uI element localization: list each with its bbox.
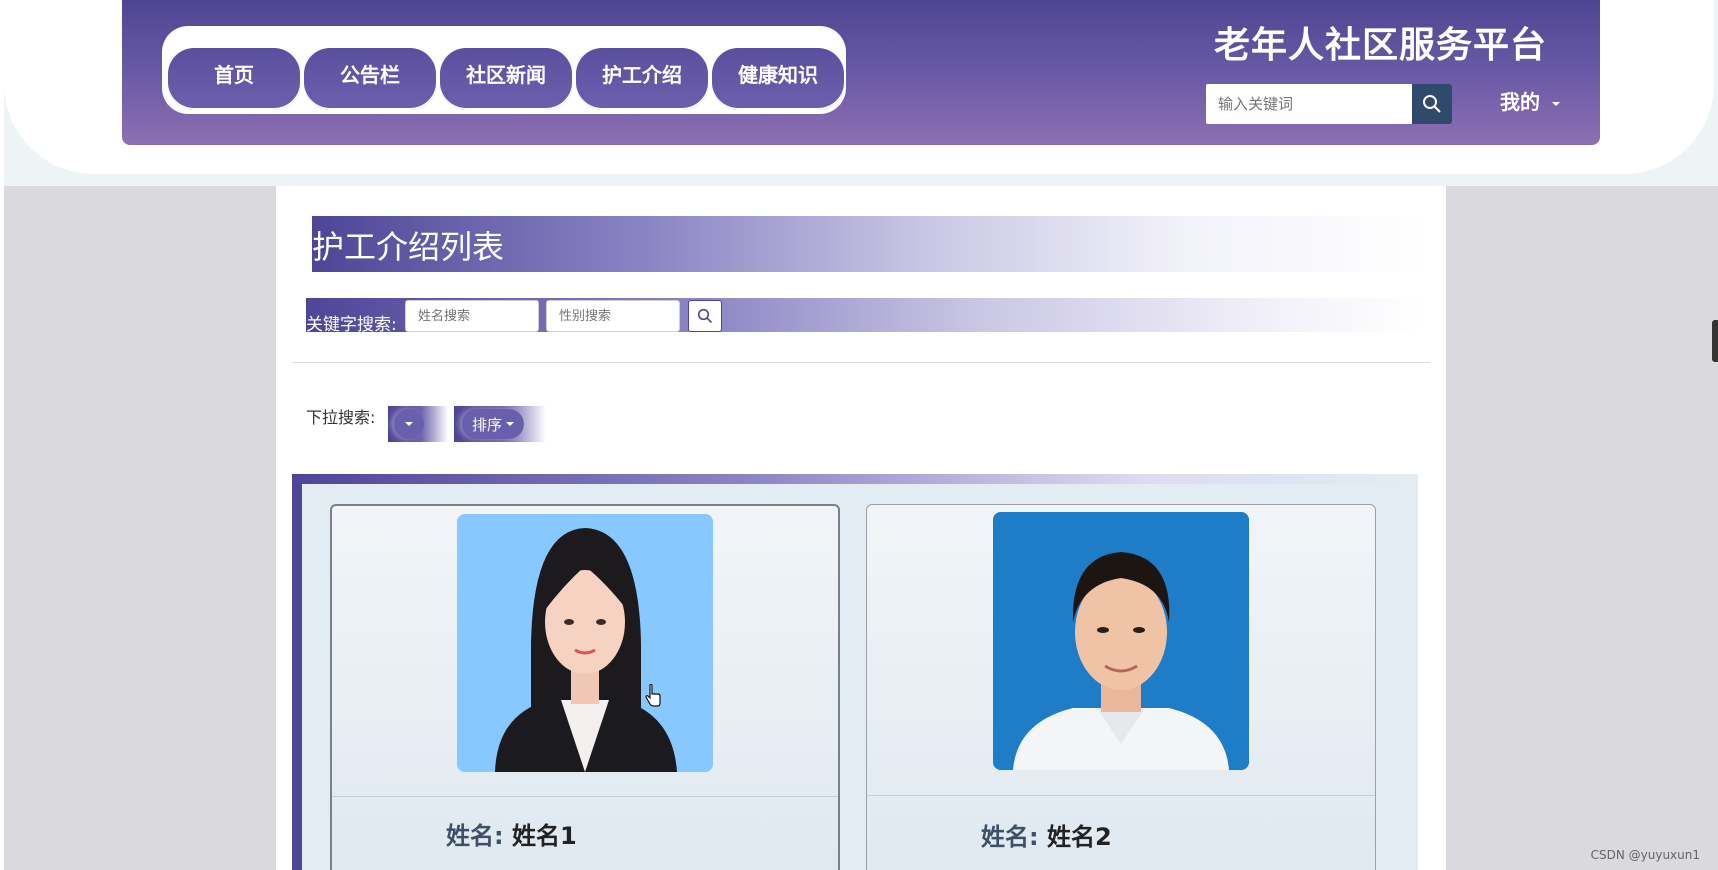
filter-dropdown-button[interactable] — [388, 406, 448, 442]
user-menu-label: 我的 — [1500, 90, 1540, 114]
name-key: 姓名: — [446, 822, 504, 850]
caregiver-photo — [457, 514, 713, 772]
chevron-down-icon — [506, 422, 515, 426]
caregiver-name: 姓名: 姓名2 — [981, 817, 1112, 852]
chevron-down-icon — [1552, 101, 1560, 106]
gender-search-input[interactable] — [546, 300, 680, 332]
search-icon — [1423, 95, 1441, 113]
list-top-accent — [292, 474, 1418, 484]
nav-item-notice[interactable]: 公告栏 — [304, 48, 436, 110]
name-key: 姓名: — [981, 823, 1039, 851]
nav-item-health[interactable]: 健康知识 — [712, 48, 844, 110]
name-value: 姓名2 — [1046, 823, 1112, 851]
nav-item-caregivers[interactable]: 护工介绍 — [576, 48, 708, 110]
hand-cursor-icon — [645, 684, 661, 707]
card-divider — [332, 796, 838, 797]
nav-item-news[interactable]: 社区新闻 — [440, 48, 572, 110]
nav-item-label: 公告栏 — [340, 62, 400, 87]
dropdown-search-label: 下拉搜索: — [306, 408, 376, 427]
watermark: CSDN @yuyuxun1 — [1590, 848, 1700, 862]
user-menu[interactable]: 我的 — [1500, 86, 1560, 115]
sort-dropdown-button[interactable]: 排序 — [454, 406, 546, 442]
keyword-search-button[interactable] — [688, 300, 722, 332]
caregiver-name: 姓名: 姓名1 — [446, 816, 577, 851]
name-value: 姓名1 — [511, 822, 577, 850]
card-divider — [867, 795, 1375, 796]
name-search-input[interactable] — [405, 300, 539, 332]
sort-label: 排序 — [472, 415, 503, 434]
header-search-button[interactable] — [1412, 84, 1452, 124]
scroll-handle[interactable] — [1712, 320, 1718, 362]
header-search-input[interactable] — [1206, 84, 1412, 124]
nav-item-label: 健康知识 — [738, 62, 818, 87]
search-icon — [697, 308, 713, 324]
left-edge — [0, 0, 4, 870]
nav-item-label: 社区新闻 — [466, 62, 546, 87]
caregiver-card[interactable]: 姓名: 姓名2 — [866, 504, 1376, 870]
page-title: 护工介绍列表 — [312, 228, 505, 266]
divider — [292, 362, 1430, 363]
site-title: 老年人社区服务平台 — [1214, 25, 1548, 66]
nav-item-home[interactable]: 首页 — [168, 48, 300, 110]
nav-item-label: 首页 — [214, 62, 254, 87]
keyword-search-label: 关键字搜索: — [306, 315, 397, 335]
caregiver-card[interactable]: 姓名: 姓名1 — [330, 504, 840, 870]
chevron-down-icon — [405, 422, 413, 426]
caregiver-photo — [993, 512, 1249, 770]
nav-item-label: 护工介绍 — [602, 62, 682, 87]
